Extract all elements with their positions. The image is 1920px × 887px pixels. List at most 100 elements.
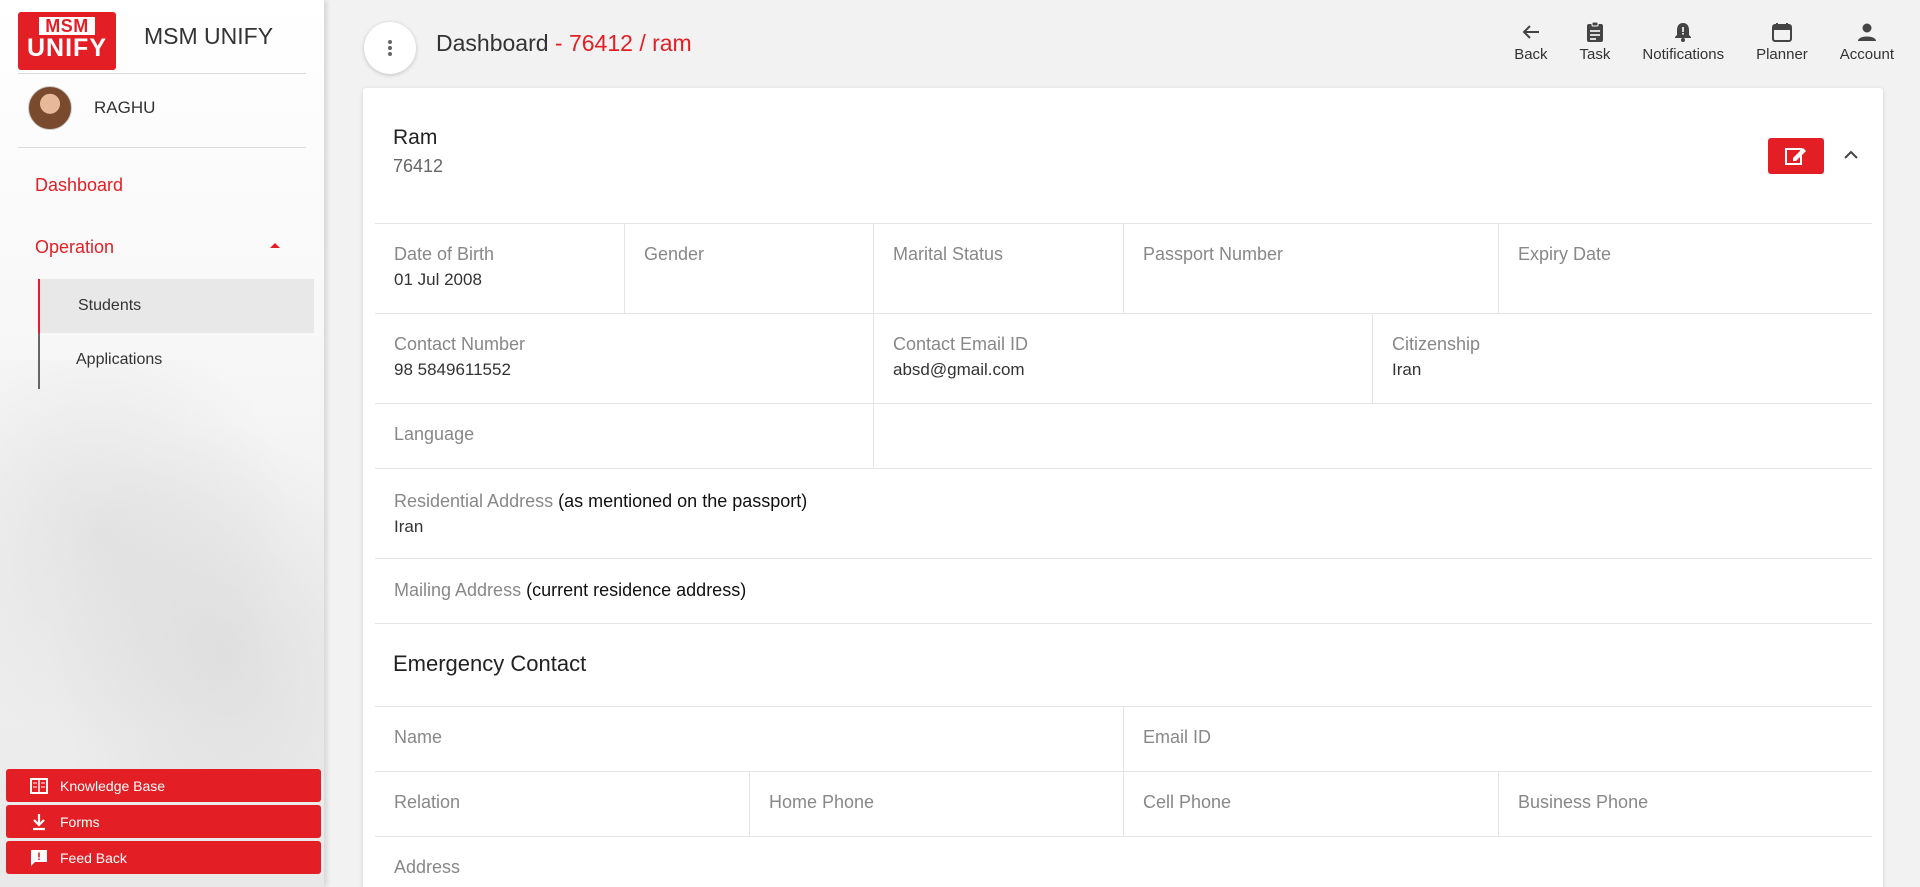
passport-cell: Passport Number <box>1124 224 1499 313</box>
em-cell-cell: Cell Phone <box>1124 772 1499 836</box>
forms-button[interactable]: Forms <box>6 805 321 838</box>
book-icon <box>30 777 48 795</box>
page-title: Dashboard - 76412 / ram <box>436 30 692 57</box>
dob-cell: Date of Birth 01 Jul 2008 <box>375 224 625 313</box>
divider <box>18 147 306 148</box>
planner-label: Planner <box>1756 46 1808 63</box>
gender-cell: Gender <box>625 224 874 313</box>
contact-label: Contact Number <box>394 334 526 354</box>
emergency-row-3: Address <box>375 836 1872 887</box>
residential-label-text: Residential Address <box>394 491 554 511</box>
account-button[interactable]: Account <box>1840 18 1894 63</box>
forms-label: Forms <box>60 813 100 830</box>
citizenship-value: Iran <box>1392 360 1422 379</box>
divider <box>18 73 306 74</box>
planner-button[interactable]: Planner <box>1756 18 1808 63</box>
marital-cell: Marital Status <box>874 224 1124 313</box>
dob-label: Date of Birth <box>394 244 495 264</box>
task-label: Task <box>1579 46 1611 63</box>
task-button[interactable]: Task <box>1579 18 1611 63</box>
top-actions: Back Task Notifications Planner Account <box>1482 18 1894 63</box>
knowledge-base-label: Knowledge Base <box>60 777 166 794</box>
em-home-label: Home Phone <box>769 792 875 812</box>
feedback-label: Feed Back <box>60 849 127 866</box>
download-icon <box>30 813 48 831</box>
page-title-text: Dashboard <box>436 30 549 56</box>
sidebar-item-students[interactable]: Students <box>38 279 314 333</box>
emergency-row-2: Relation Home Phone Cell Phone Business … <box>375 771 1872 836</box>
nav-dashboard[interactable]: Dashboard <box>35 175 123 196</box>
emergency-contact-title: Emergency Contact <box>393 651 587 676</box>
residential-row: Residential Address (as mentioned on the… <box>375 468 1872 558</box>
residential-note: (as mentioned on the passport) <box>558 491 808 511</box>
chevron-up-icon <box>1844 150 1858 159</box>
person-icon <box>1857 18 1877 46</box>
emergency-row-1: Name Email ID <box>375 706 1872 771</box>
knowledge-base-button[interactable]: Knowledge Base <box>6 769 321 802</box>
back-button[interactable]: Back <box>1514 18 1548 63</box>
mailing-label: Mailing Address (current residence addre… <box>394 580 1853 601</box>
bell-alert-icon <box>1674 18 1692 46</box>
em-cell-label: Cell Phone <box>1143 792 1232 812</box>
marital-label: Marital Status <box>893 244 1004 264</box>
personal-row-1: Date of Birth 01 Jul 2008 Gender Marital… <box>375 223 1872 313</box>
em-email-label: Email ID <box>1143 727 1212 747</box>
residential-cell: Residential Address (as mentioned on the… <box>375 469 1872 558</box>
student-id: 76412 <box>393 156 444 176</box>
notifications-button[interactable]: Notifications <box>1642 18 1724 63</box>
em-name-cell: Name <box>375 707 1124 771</box>
personal-row-3: Language <box>375 403 1872 468</box>
brand-title: MSM UNIFY <box>144 22 274 49</box>
em-email-cell: Email ID <box>1124 707 1872 771</box>
msm-unify-logo: MSM UNIFY <box>18 12 116 70</box>
dob-value: 01 Jul 2008 <box>394 270 482 289</box>
collapse-button[interactable] <box>1839 142 1863 166</box>
student-card: Ram 76412 Date of Birth 01 Jul 2008 Gend… <box>363 88 1883 887</box>
divider <box>375 623 1872 624</box>
user-name: RAGHU <box>94 98 156 117</box>
em-relation-cell: Relation <box>375 772 750 836</box>
em-business-label: Business Phone <box>1518 792 1649 812</box>
email-cell: Contact Email ID absd@gmail.com <box>874 314 1373 403</box>
student-name: Ram <box>393 126 438 149</box>
sidebar-item-applications[interactable]: Applications <box>40 333 316 387</box>
avatar <box>28 86 72 130</box>
edit-button[interactable] <box>1768 138 1824 174</box>
passport-label: Passport Number <box>1143 244 1284 264</box>
clipboard-icon <box>1586 18 1604 46</box>
em-home-cell: Home Phone <box>750 772 1124 836</box>
calendar-icon <box>1771 18 1792 46</box>
residential-value: Iran <box>394 517 424 536</box>
em-business-cell: Business Phone <box>1499 772 1872 836</box>
brand[interactable]: MSM UNIFY MSM UNIFY <box>18 12 273 70</box>
personal-row-2: Contact Number 98 5849611552 Contact Ema… <box>375 313 1872 403</box>
breadcrumb[interactable]: - 76412 / ram <box>555 30 692 56</box>
more-menu-button[interactable] <box>364 22 416 74</box>
language-cell: Language <box>375 404 874 468</box>
sidebar: MSM UNIFY MSM UNIFY RAGHU Dashboard Oper… <box>0 0 324 887</box>
em-name-label: Name <box>394 727 443 747</box>
em-relation-label: Relation <box>394 792 461 812</box>
caret-up-icon[interactable] <box>270 243 280 248</box>
mailing-label-text: Mailing Address <box>394 580 522 600</box>
em-address-label: Address <box>394 857 461 877</box>
contact-cell: Contact Number 98 5849611552 <box>375 314 874 403</box>
email-label: Contact Email ID <box>893 334 1029 354</box>
citizenship-cell: Citizenship Iran <box>1373 314 1872 403</box>
notifications-label: Notifications <box>1642 46 1725 63</box>
em-address-cell: Address <box>375 837 1872 887</box>
contact-value: 98 5849611552 <box>394 360 511 379</box>
nav-operation[interactable]: Operation <box>35 237 114 258</box>
citizenship-label: Citizenship <box>1392 334 1481 354</box>
arrow-back-icon <box>1522 18 1540 46</box>
language-label: Language <box>394 424 475 444</box>
more-vert-icon <box>388 40 392 56</box>
user-profile[interactable]: RAGHU <box>28 86 155 130</box>
gender-label: Gender <box>644 244 705 264</box>
expiry-cell: Expiry Date <box>1499 224 1872 313</box>
mailing-note: (current residence address) <box>526 580 747 600</box>
feedback-button[interactable]: Feed Back <box>6 841 321 874</box>
edit-icon <box>1785 148 1806 165</box>
mailing-row: Mailing Address (current residence addre… <box>375 558 1872 623</box>
feedback-icon <box>30 849 48 867</box>
